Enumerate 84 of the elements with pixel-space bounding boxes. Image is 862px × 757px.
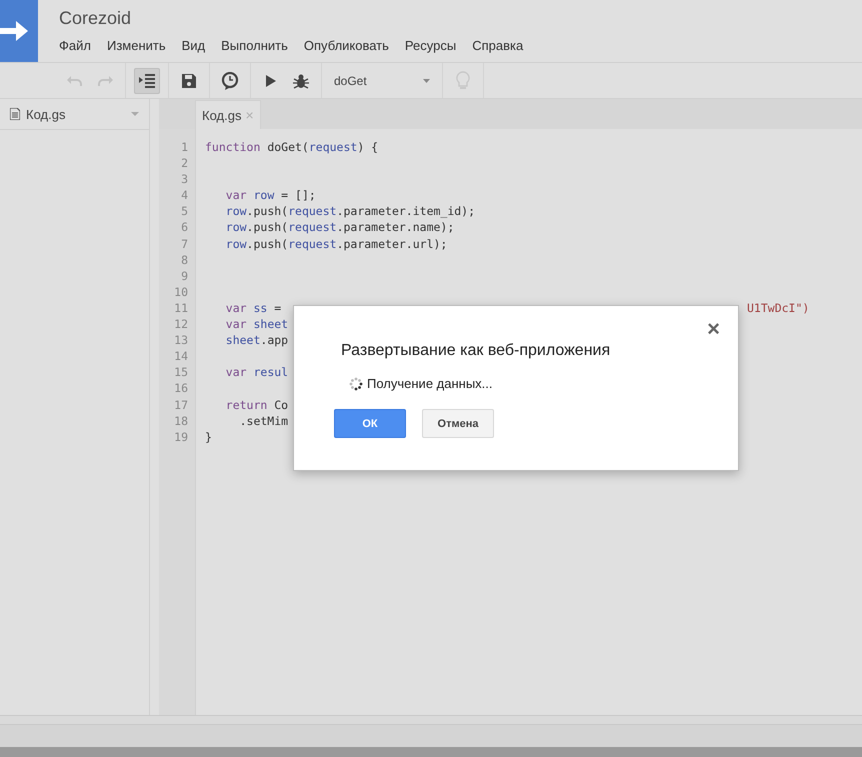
code-token: return (224, 398, 268, 414)
play-icon (266, 74, 276, 86)
line-number: 5 (180, 204, 189, 220)
indent-icon (139, 74, 155, 88)
line-number: 14 (173, 349, 189, 366)
code-token: row (224, 220, 247, 236)
code-token: row (224, 236, 247, 253)
code-token: .app (260, 333, 288, 350)
file-tab[interactable]: Код.gs × (195, 100, 261, 129)
menu-item[interactable]: Ресурсы (404, 38, 456, 53)
spinner-icon (349, 376, 363, 390)
code-token: .parameter.url); (336, 236, 448, 253)
line-number: 18 (173, 414, 189, 430)
line-number: 16 (173, 381, 189, 398)
file-name: Код.gs (26, 106, 66, 122)
app-logo[interactable] (0, 0, 38, 62)
function-select[interactable]: doGet (330, 74, 434, 88)
code-token: row (224, 204, 247, 220)
code-token: sheet (224, 333, 260, 350)
close-icon[interactable]: × (707, 316, 720, 342)
code-token: .parameter.name); (336, 220, 454, 236)
code-token: U1TwDcI") (747, 300, 810, 315)
tab-label: Код.gs (202, 108, 242, 122)
code-token: = (273, 300, 282, 317)
line-number: 17 (173, 398, 189, 414)
code-token: var (224, 188, 248, 204)
scrollbar[interactable] (0, 715, 862, 724)
menu-item[interactable]: Справка (472, 38, 524, 53)
line-number: 1 (180, 140, 189, 156)
line-number: 2 (180, 156, 189, 172)
code-token: .push( (246, 204, 288, 220)
menu-item[interactable]: Изменить (106, 38, 166, 53)
code-token: Co (274, 398, 288, 414)
code-token: ) { (357, 140, 378, 156)
code-token: sheet (253, 317, 288, 334)
indent-button[interactable] (134, 68, 160, 94)
caret-icon (131, 112, 139, 116)
line-number: 3 (180, 172, 189, 188)
file-item[interactable]: Код.gs (0, 99, 149, 130)
menu-item[interactable]: Выполнить (221, 38, 288, 53)
bug-icon (293, 72, 309, 88)
line-number: 8 (180, 252, 189, 269)
code-token: var (224, 300, 248, 317)
line-number: 15 (173, 365, 189, 382)
line-number: 11 (173, 300, 189, 317)
cancel-button[interactable]: Отмена (422, 409, 494, 438)
line-number: 19 (173, 430, 189, 446)
code-token: var (224, 317, 248, 334)
line-number: 12 (173, 317, 189, 334)
code-token: .parameter.item_id); (336, 204, 476, 220)
code-token: = []; (280, 188, 316, 204)
clock-icon (221, 72, 239, 90)
menu-item[interactable]: Файл (59, 38, 91, 53)
line-number: 13 (173, 333, 189, 350)
arrow-icon (0, 20, 30, 42)
line-number: 9 (180, 268, 189, 285)
line-number: 6 (180, 220, 189, 236)
lightbulb-icon (456, 70, 470, 90)
caret-icon (423, 78, 430, 82)
code-token: var (224, 365, 248, 382)
code-token: row (253, 188, 274, 204)
dialog-title: Развертывание как веб-приложения (341, 342, 612, 360)
redo-icon (97, 76, 113, 86)
menu-item[interactable]: Опубликовать (304, 38, 389, 53)
code-token: .push( (246, 236, 288, 253)
code-token: request (308, 140, 358, 156)
line-number: 10 (173, 284, 189, 301)
code-token: resul (253, 365, 288, 382)
document-icon (10, 108, 20, 120)
undo-icon (67, 76, 83, 86)
code-token: .push( (246, 220, 288, 236)
line-number: 4 (180, 188, 189, 204)
code-token: request (288, 220, 337, 236)
code-token: request (288, 236, 337, 253)
code-token: .setMim (238, 414, 288, 430)
code-token: doGet( (267, 140, 309, 156)
project-title[interactable]: Corezoid (59, 8, 524, 34)
code-token: request (288, 204, 337, 220)
code-token: function (205, 140, 262, 156)
code-token: ss (253, 300, 268, 317)
menu-item[interactable]: Вид (182, 38, 206, 53)
line-number: 7 (180, 236, 189, 253)
code-token: } (205, 430, 212, 446)
status-text: Получение данных... (367, 376, 493, 391)
